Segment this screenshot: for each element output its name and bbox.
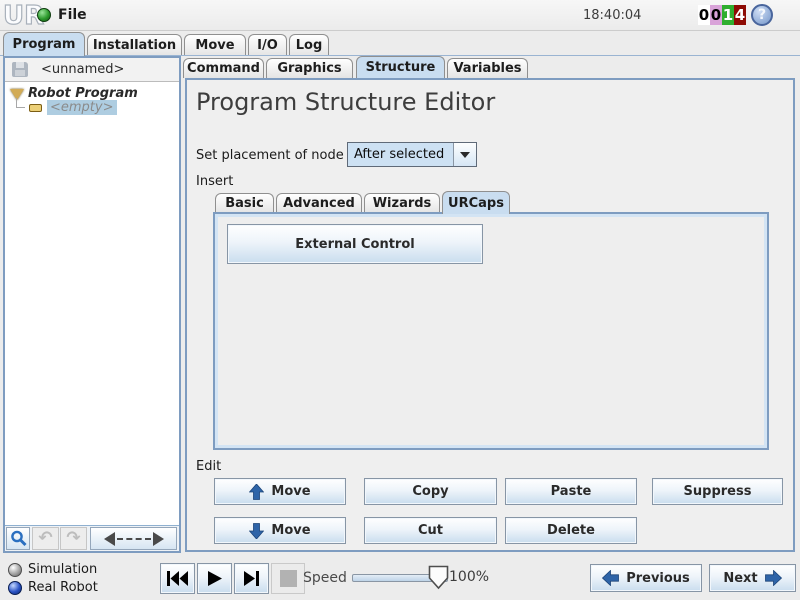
copy-button[interactable]: Copy [364, 478, 497, 505]
redo-button[interactable]: ↷ [60, 527, 87, 550]
skip-to-start-button[interactable] [160, 563, 195, 594]
play-button[interactable] [197, 563, 232, 594]
placement-label: Set placement of node [196, 148, 344, 163]
simulation-radio[interactable]: Simulation [8, 562, 97, 577]
tab-advanced[interactable]: Advanced [276, 193, 362, 213]
placement-value: After selected [348, 147, 453, 162]
arrow-up-icon [249, 484, 264, 500]
real-robot-radio-icon [8, 581, 22, 595]
tab-program[interactable]: Program [3, 32, 85, 56]
insert-label: Insert [196, 174, 233, 189]
counter-digit: 0 [698, 5, 710, 25]
previous-button[interactable]: Previous [590, 564, 702, 592]
program-name-header: <unnamed> [5, 58, 179, 82]
placement-dropdown[interactable]: After selected [347, 142, 477, 167]
stop-button[interactable] [271, 563, 305, 594]
move-up-button[interactable]: Move [214, 478, 346, 505]
tab-urcaps[interactable]: URCaps [442, 191, 510, 214]
edit-label: Edit [196, 459, 221, 474]
counter-digit: 1 [722, 5, 734, 25]
redo-icon: ↷ [66, 530, 80, 547]
tab-command[interactable]: Command [183, 58, 264, 78]
delete-button[interactable]: Delete [505, 517, 637, 544]
arrow-down-icon [249, 523, 264, 539]
move-down-label: Move [271, 523, 310, 538]
step-navigate-button[interactable] [90, 527, 177, 550]
program-counter: 0014 [698, 5, 746, 25]
program-status-icon [37, 8, 51, 22]
page-title: Program Structure Editor [196, 88, 495, 116]
help-icon[interactable]: ? [751, 4, 773, 26]
play-icon [208, 571, 222, 586]
tab-structure[interactable]: Structure [356, 56, 445, 78]
real-robot-label: Real Robot [28, 580, 98, 595]
tab-graphics[interactable]: Graphics [266, 58, 353, 78]
tab-installation[interactable]: Installation [87, 34, 182, 56]
tree-connector [16, 98, 25, 108]
skip-to-end-icon [244, 571, 260, 586]
save-icon [12, 62, 28, 77]
tree-node-empty[interactable]: <empty> [47, 100, 117, 115]
tab-wizards[interactable]: Wizards [364, 193, 440, 213]
tab-basic[interactable]: Basic [215, 193, 274, 213]
dropdown-arrow-button[interactable] [453, 143, 476, 166]
search-button[interactable] [6, 527, 30, 550]
nav-left-icon [104, 532, 115, 546]
speed-value: 100% [449, 569, 489, 585]
previous-label: Previous [626, 571, 690, 586]
program-tree-panel: <unnamed> Robot Program <empty> ↶ ↷ [3, 56, 181, 553]
skip-to-end-button[interactable] [234, 563, 269, 594]
paste-button[interactable]: Paste [505, 478, 637, 505]
skip-to-start-icon [167, 571, 189, 586]
simulation-label: Simulation [28, 562, 97, 577]
speed-slider-thumb[interactable] [428, 565, 449, 590]
tab-io[interactable]: I/O [248, 34, 287, 56]
next-button[interactable]: Next [709, 564, 796, 592]
move-up-label: Move [271, 484, 310, 499]
clock: 18:40:04 [583, 8, 641, 23]
search-icon [10, 530, 27, 547]
nav-right-icon [153, 532, 164, 546]
top-bar: UR File 18:40:04 0014 ? [0, 0, 800, 31]
external-control-button[interactable]: External Control [227, 224, 483, 264]
tree-leaf-icon [29, 104, 42, 112]
real-robot-radio[interactable]: Real Robot [8, 580, 98, 595]
speed-label: Speed [303, 570, 347, 586]
arrow-right-icon [765, 570, 782, 586]
program-name: <unnamed> [41, 62, 124, 77]
file-menu[interactable]: File [58, 7, 87, 23]
move-down-button[interactable]: Move [214, 517, 346, 544]
tab-log[interactable]: Log [289, 34, 329, 56]
tab-variables[interactable]: Variables [447, 58, 528, 78]
arrow-left-icon [602, 570, 619, 586]
chevron-down-icon [460, 152, 470, 158]
undo-button[interactable]: ↶ [32, 527, 59, 550]
tree-toolbar: ↶ ↷ [5, 525, 179, 551]
tree-node-robot-program[interactable]: Robot Program [28, 86, 138, 101]
undo-icon: ↶ [38, 530, 52, 547]
tab-move[interactable]: Move [184, 34, 246, 56]
counter-digit: 0 [710, 5, 722, 25]
nav-dash-icon [117, 538, 151, 540]
simulation-radio-icon [8, 563, 22, 577]
stop-icon [280, 570, 297, 587]
cut-button[interactable]: Cut [364, 517, 497, 544]
suppress-button[interactable]: Suppress [652, 478, 783, 505]
next-label: Next [723, 571, 757, 586]
counter-digit: 4 [734, 5, 746, 25]
